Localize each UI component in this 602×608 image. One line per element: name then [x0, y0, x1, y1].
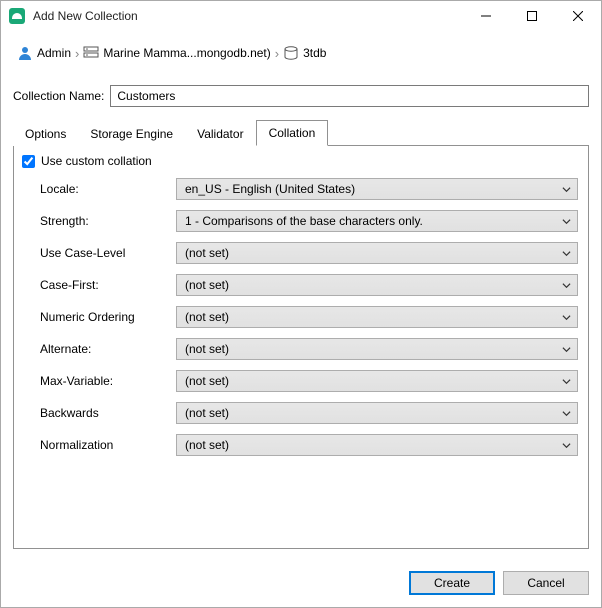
numeric-ordering-select-value: (not set) [185, 310, 229, 324]
use-custom-collation-checkbox[interactable] [22, 155, 35, 168]
case-first-select[interactable]: (not set) [176, 274, 578, 296]
numeric-ordering-label: Numeric Ordering [40, 310, 170, 324]
numeric-ordering-select[interactable]: (not set) [176, 306, 578, 328]
max-variable-select-value: (not set) [185, 374, 229, 388]
use-case-level-select[interactable]: (not set) [176, 242, 578, 264]
collection-name-row: Collection Name: [13, 85, 589, 107]
strength-label: Strength: [40, 214, 170, 228]
tab-storage-engine[interactable]: Storage Engine [78, 122, 185, 146]
normalization-select[interactable]: (not set) [176, 434, 578, 456]
strength-select-value: 1 - Comparisons of the base characters o… [185, 214, 423, 228]
breadcrumb: Admin › Marine Mamma...mongodb.net) › 3t… [17, 45, 585, 61]
locale-select-value: en_US - English (United States) [185, 182, 355, 196]
minimize-button[interactable] [463, 1, 509, 31]
chevron-down-icon [562, 441, 571, 450]
tab-collation[interactable]: Collation [256, 120, 329, 146]
chevron-right-icon: › [275, 46, 279, 61]
chevron-right-icon: › [75, 46, 79, 61]
use-custom-collation-label: Use custom collation [41, 154, 152, 168]
tab-options[interactable]: Options [13, 122, 78, 146]
server-icon [83, 45, 99, 61]
alternate-select[interactable]: (not set) [176, 338, 578, 360]
create-button[interactable]: Create [409, 571, 495, 595]
use-case-level-select-value: (not set) [185, 246, 229, 260]
chevron-down-icon [562, 377, 571, 386]
backwards-label: Backwards [40, 406, 170, 420]
chevron-down-icon [562, 249, 571, 258]
alternate-select-value: (not set) [185, 342, 229, 356]
breadcrumb-server[interactable]: Marine Mamma...mongodb.net) [103, 46, 270, 60]
use-case-level-label: Use Case-Level [40, 246, 170, 260]
locale-label: Locale: [40, 182, 170, 196]
case-first-select-value: (not set) [185, 278, 229, 292]
max-variable-label: Max-Variable: [40, 374, 170, 388]
user-icon [17, 45, 33, 61]
locale-select[interactable]: en_US - English (United States) [176, 178, 578, 200]
chevron-down-icon [562, 345, 571, 354]
normalization-label: Normalization [40, 438, 170, 452]
chevron-down-icon [562, 281, 571, 290]
breadcrumb-user[interactable]: Admin [37, 46, 71, 60]
chevron-down-icon [562, 185, 571, 194]
chevron-down-icon [562, 313, 571, 322]
tabstrip: Options Storage Engine Validator Collati… [13, 119, 589, 146]
chevron-down-icon [562, 217, 571, 226]
database-icon [283, 45, 299, 61]
alternate-label: Alternate: [40, 342, 170, 356]
tabpanel-collation: Use custom collation Locale: en_US - Eng… [13, 146, 589, 549]
cancel-button[interactable]: Cancel [503, 571, 589, 595]
case-first-label: Case-First: [40, 278, 170, 292]
window-title: Add New Collection [33, 9, 463, 23]
max-variable-select[interactable]: (not set) [176, 370, 578, 392]
close-button[interactable] [555, 1, 601, 31]
footer: Create Cancel [1, 559, 601, 607]
titlebar: Add New Collection [1, 1, 601, 31]
breadcrumb-db[interactable]: 3tdb [303, 46, 326, 60]
app-icon [9, 8, 25, 24]
backwards-select[interactable]: (not set) [176, 402, 578, 424]
normalization-select-value: (not set) [185, 438, 229, 452]
content-area: Admin › Marine Mamma...mongodb.net) › 3t… [1, 31, 601, 559]
tab-validator[interactable]: Validator [185, 122, 255, 146]
maximize-button[interactable] [509, 1, 555, 31]
strength-select[interactable]: 1 - Comparisons of the base characters o… [176, 210, 578, 232]
collection-name-input[interactable] [110, 85, 589, 107]
chevron-down-icon [562, 409, 571, 418]
backwards-select-value: (not set) [185, 406, 229, 420]
collection-name-label: Collection Name: [13, 89, 104, 103]
